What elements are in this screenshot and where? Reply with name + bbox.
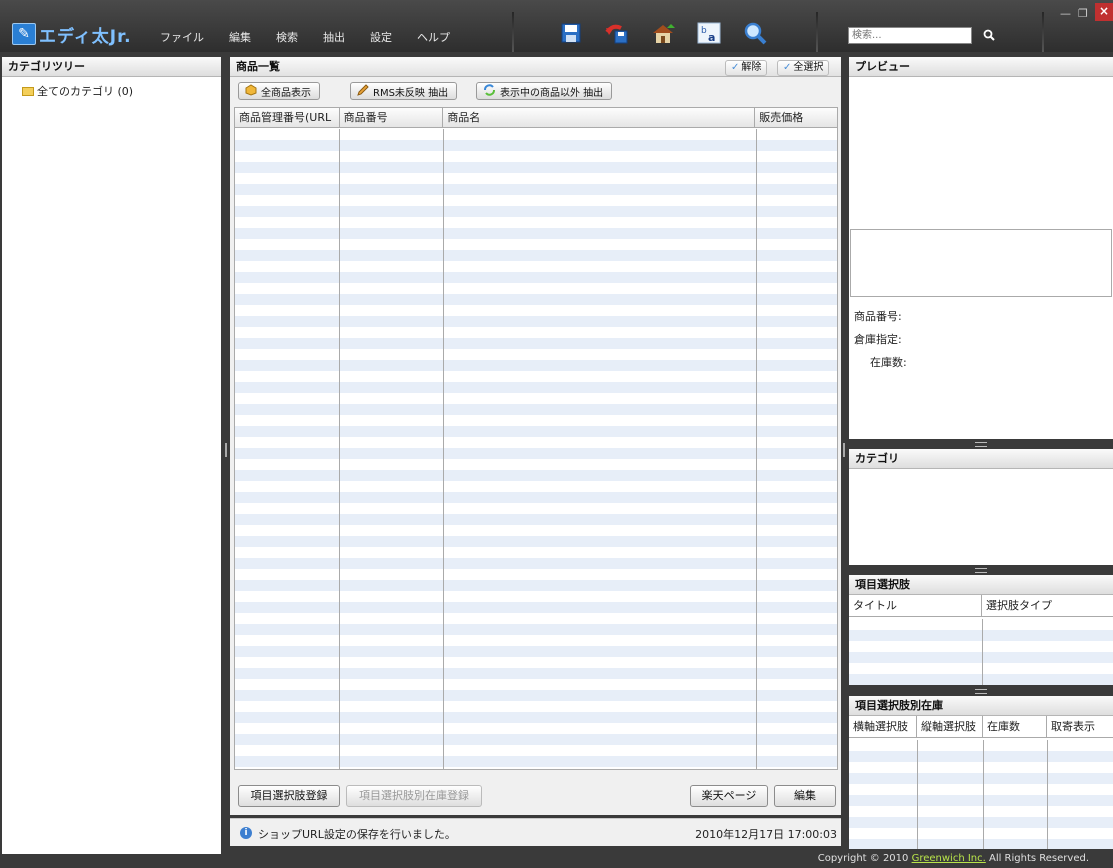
stock-by-choice-panel: 項目選択肢別在庫 横軸選択肢 縦軸選択肢 在庫数 取寄表示	[849, 696, 1113, 849]
logo-pen-icon: ✎	[12, 23, 36, 45]
preview-product-number-label: 商品番号:	[854, 310, 902, 323]
search-zoom-icon[interactable]	[742, 20, 768, 46]
menu-search[interactable]: 検索	[276, 29, 298, 45]
category-tree-title: カテゴリツリー	[2, 57, 221, 77]
category-panel-title: カテゴリ	[849, 449, 1113, 469]
preview-stock-label: 在庫数:	[870, 356, 907, 369]
column-divider	[339, 129, 340, 769]
column-divider	[443, 129, 444, 769]
refresh-icon	[483, 83, 496, 99]
preview-warehouse-label: 倉庫指定:	[854, 333, 902, 346]
category-resize-handle[interactable]	[849, 565, 1113, 575]
category-tree-panel: カテゴリツリー 全てのカテゴリ (0)	[2, 57, 221, 854]
left-splitter-handle[interactable]	[225, 443, 227, 457]
preview-resize-handle[interactable]	[849, 439, 1113, 449]
copyright-footer: Copyright © 2010 Greenwich Inc. All Righ…	[818, 853, 1089, 864]
pencil-icon	[357, 83, 369, 99]
status-timestamp: 2010年12月17日 17:00:03	[695, 828, 837, 841]
toolbar-separator	[512, 12, 514, 52]
toolbar: ba	[558, 20, 788, 46]
item-choices-body[interactable]	[849, 619, 1113, 685]
check-icon: ✓	[783, 62, 792, 73]
rakuten-page-button[interactable]: 楽天ページ	[690, 785, 768, 807]
minimize-button[interactable]: —	[1060, 7, 1071, 20]
item-choices-title: 項目選択肢	[849, 575, 1113, 595]
menu-extract[interactable]: 抽出	[323, 29, 345, 45]
search-input[interactable]	[848, 27, 972, 44]
item-choices-panel: 項目選択肢 タイトル 選択肢タイプ	[849, 575, 1113, 685]
select-all-button[interactable]: ✓ 全選択	[777, 60, 830, 76]
menu-file[interactable]: ファイル	[160, 29, 204, 45]
product-table: 商品管理番号(URL 商品番号 商品名 販売価格	[234, 107, 838, 770]
app-logo: ✎ エディ太Jr.	[12, 22, 132, 47]
close-button[interactable]: ×	[1095, 3, 1113, 21]
column-header-stock-count[interactable]: 在庫数	[983, 716, 1047, 737]
category-panel: カテゴリ	[849, 449, 1113, 565]
app-header: ✎ エディ太Jr. ファイル 編集 検索 抽出 設定 ヘルプ ba — ❐ ×	[0, 0, 1113, 52]
edit-button[interactable]: 編集	[774, 785, 836, 807]
column-header-product-name[interactable]: 商品名	[443, 108, 756, 127]
toolbar-separator	[816, 12, 818, 52]
info-icon: i	[240, 827, 252, 839]
undo-save-icon[interactable]	[604, 20, 630, 46]
logo-text: エディ太Jr.	[39, 26, 132, 47]
company-link[interactable]: Greenwich Inc.	[912, 853, 986, 864]
menu-settings[interactable]: 設定	[370, 29, 392, 45]
product-table-body[interactable]	[235, 129, 837, 769]
column-header-horizontal-choice[interactable]: 横軸選択肢	[849, 716, 917, 737]
svg-text:b: b	[701, 26, 707, 36]
right-splitter-handle[interactable]	[843, 443, 845, 457]
save-icon[interactable]	[558, 20, 584, 46]
status-bar: i ショップURL設定の保存を行いました。 2010年12月17日 17:00:…	[230, 818, 841, 846]
choices-resize-handle[interactable]	[849, 686, 1113, 696]
deselect-button[interactable]: ✓ 解除	[725, 60, 768, 76]
folder-icon	[22, 86, 34, 96]
column-header-title[interactable]: タイトル	[849, 595, 982, 616]
copyright-prefix: Copyright © 2010	[817, 853, 912, 864]
maximize-button[interactable]: ❐	[1078, 7, 1088, 20]
column-header-order-display[interactable]: 取寄表示	[1047, 716, 1113, 737]
status-message: ショップURL設定の保存を行いました。	[258, 828, 456, 841]
column-divider	[983, 740, 984, 849]
product-list-header: 商品一覧 ✓ 解除 ✓ 全選択	[230, 57, 841, 77]
register-stock-button: 項目選択肢別在庫登録	[346, 785, 482, 807]
toolbar-separator	[1042, 12, 1044, 52]
svg-text:a: a	[708, 31, 715, 44]
show-all-products-button[interactable]: 全商品表示	[238, 82, 320, 100]
product-list-panel: 商品一覧 ✓ 解除 ✓ 全選択 全商品表示 RMS未反映 抽出 表示中の商品以外 抽…	[230, 57, 841, 815]
column-header-price[interactable]: 販売価格	[755, 108, 837, 127]
box-icon	[245, 83, 257, 99]
rms-unreflected-extract-button[interactable]: RMS未反映 抽出	[350, 82, 458, 100]
menu-help[interactable]: ヘルプ	[417, 29, 450, 45]
stock-by-choice-title: 項目選択肢別在庫	[849, 696, 1113, 716]
copyright-suffix: All Rights Reserved.	[985, 853, 1089, 864]
menu-edit[interactable]: 編集	[229, 29, 251, 45]
check-icon: ✓	[731, 62, 740, 73]
search-icon[interactable]	[983, 29, 997, 43]
extract-other-products-button[interactable]: 表示中の商品以外 抽出	[476, 82, 613, 100]
tree-item-label: 全てのカテゴリ (0)	[37, 85, 134, 98]
stock-by-choice-header: 横軸選択肢 縦軸選択肢 在庫数 取寄表示	[849, 716, 1113, 738]
product-list-title: 商品一覧	[236, 60, 280, 73]
tree-item-all-categories[interactable]: 全てのカテゴリ (0)	[2, 77, 221, 99]
product-table-header: 商品管理番号(URL 商品番号 商品名 販売価格	[235, 108, 837, 128]
register-choices-button[interactable]: 項目選択肢登録	[238, 785, 340, 807]
stock-by-choice-body[interactable]	[849, 740, 1113, 849]
column-divider	[756, 129, 757, 769]
main-menu: ファイル 編集 検索 抽出 設定 ヘルプ	[160, 29, 475, 45]
column-divider	[982, 619, 983, 685]
item-choices-header: タイトル 選択肢タイプ	[849, 595, 1113, 617]
column-header-url[interactable]: 商品管理番号(URL	[235, 108, 340, 127]
column-header-choice-type[interactable]: 選択肢タイプ	[982, 595, 1113, 616]
column-header-vertical-choice[interactable]: 縦軸選択肢	[917, 716, 983, 737]
column-divider	[917, 740, 918, 849]
column-header-product-number[interactable]: 商品番号	[340, 108, 444, 127]
column-divider	[1047, 740, 1048, 849]
text-replace-icon[interactable]: ba	[696, 20, 722, 46]
home-upload-icon[interactable]	[650, 20, 676, 46]
preview-description-box	[850, 229, 1112, 297]
preview-panel: プレビュー 商品番号: 倉庫指定: 在庫数:	[849, 57, 1113, 439]
preview-title: プレビュー	[849, 57, 1113, 77]
